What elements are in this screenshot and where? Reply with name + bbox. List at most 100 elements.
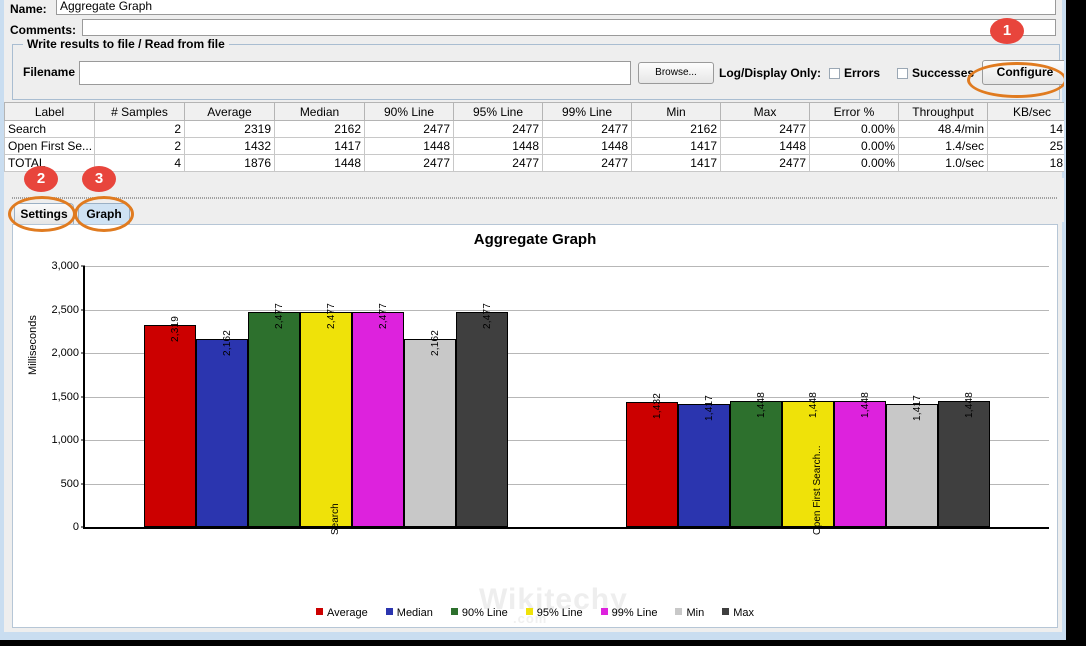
chart-bar-value: 2,477 <box>326 303 337 329</box>
chart-bar-value: 1,448 <box>756 392 767 418</box>
chart-bar[interactable]: 2,162 <box>196 339 248 527</box>
table-header-7[interactable]: Min <box>632 103 721 121</box>
table-cell: 2477 <box>365 121 454 138</box>
legend-item[interactable]: Max <box>722 607 754 619</box>
y-axis-tick-label: 2,500 <box>51 304 79 316</box>
chart-title: Aggregate Graph <box>13 231 1057 248</box>
chart-bar[interactable]: 2,477 <box>300 312 352 527</box>
errors-label: Errors <box>844 66 880 80</box>
comments-input[interactable] <box>82 19 1056 36</box>
chart-bar[interactable]: 1,448 <box>834 401 886 527</box>
table-header-8[interactable]: Max <box>721 103 810 121</box>
y-axis-tick <box>81 309 85 310</box>
y-axis-tick <box>81 483 85 484</box>
y-axis-tick-label: 3,000 <box>51 260 79 272</box>
legend-item[interactable]: Median <box>386 607 433 619</box>
table-cell: 0.00% <box>810 155 899 172</box>
annotation-badge-1: 1 <box>990 18 1024 44</box>
chart-bar[interactable]: 2,319 <box>144 325 196 527</box>
name-input[interactable]: Aggregate Graph <box>56 0 1056 15</box>
table-cell: 1.0/sec <box>899 155 988 172</box>
browse-button[interactable]: Browse... <box>638 62 714 84</box>
table-cell: 2162 <box>275 121 365 138</box>
grid-line <box>85 266 1049 267</box>
filename-input[interactable] <box>79 61 631 85</box>
table-header-1[interactable]: # Samples <box>95 103 185 121</box>
chart-bar[interactable]: 1,448 <box>730 401 782 527</box>
chart-bar-value: 1,432 <box>652 393 663 419</box>
table-row[interactable]: Open First Se...214321417144814481448141… <box>5 138 1077 155</box>
chart-bar[interactable]: 1,448 <box>782 401 834 527</box>
y-axis-tick <box>81 396 85 397</box>
table-header-3[interactable]: Median <box>275 103 365 121</box>
chart-bar[interactable]: 1,417 <box>678 404 730 527</box>
table-header-4[interactable]: 90% Line <box>365 103 454 121</box>
chart-bar[interactable]: 2,477 <box>456 312 508 527</box>
name-row: Name: Aggregate Graph <box>10 0 1060 18</box>
table-header-5[interactable]: 95% Line <box>454 103 543 121</box>
groupbox-title: Write results to file / Read from file <box>23 37 229 51</box>
table-cell: 1448 <box>275 155 365 172</box>
legend-item[interactable]: Average <box>316 607 368 619</box>
chart-bar-value: 2,162 <box>430 330 441 356</box>
chart-bar[interactable]: 1,448 <box>938 401 990 527</box>
chart-bar-value: 1,448 <box>808 392 819 418</box>
legend-swatch <box>675 608 682 615</box>
chart-bar[interactable]: 1,432 <box>626 402 678 527</box>
table-header-row: Label# SamplesAverageMedian90% Line95% L… <box>5 103 1077 121</box>
legend-item[interactable]: 99% Line <box>601 607 658 619</box>
table-cell: 0.00% <box>810 121 899 138</box>
errors-checkbox[interactable] <box>829 68 840 79</box>
legend-label: 99% Line <box>612 607 658 619</box>
watermark: Wikitechy .com <box>479 583 628 626</box>
x-axis-category-label: Open First Search... <box>812 446 823 535</box>
chart-bar-value: 1,448 <box>964 392 975 418</box>
filename-row: Filename Browse... Log/Display Only: Err… <box>13 61 1059 87</box>
table-row[interactable]: Search223192162247724772477216224770.00%… <box>5 121 1077 138</box>
aggregate-graph-panel: Name: Aggregate Graph Comments: Write re… <box>4 0 1062 632</box>
table-header-10[interactable]: Throughput <box>899 103 988 121</box>
legend-item[interactable]: 90% Line <box>451 607 508 619</box>
annotation-badge-2: 2 <box>24 166 58 192</box>
tab-strip-divider <box>12 197 1058 199</box>
table-row[interactable]: TOTAL418761448247724772477141724770.00%1… <box>5 155 1077 172</box>
legend-label: Median <box>397 607 433 619</box>
table-header-0[interactable]: Label <box>5 103 95 121</box>
table-cell: 2477 <box>721 155 810 172</box>
table-cell: 2477 <box>454 121 543 138</box>
table-cell: 1.4/sec <box>899 138 988 155</box>
y-axis-tick-label: 2,000 <box>51 347 79 359</box>
grid-line <box>85 310 1049 311</box>
legend-swatch <box>451 608 458 615</box>
legend-item[interactable]: Min <box>675 607 704 619</box>
chart-bar[interactable]: 1,417 <box>886 404 938 527</box>
table-cell: 2 <box>95 138 185 155</box>
table-cell: 1448 <box>454 138 543 155</box>
table-header-2[interactable]: Average <box>185 103 275 121</box>
legend-label: 90% Line <box>462 607 508 619</box>
y-axis-label: Milliseconds <box>27 315 39 375</box>
window-edge-right <box>1066 0 1086 646</box>
chart-bar[interactable]: 2,477 <box>248 312 300 527</box>
legend-item[interactable]: 95% Line <box>526 607 583 619</box>
y-axis-tick-label: 500 <box>61 478 79 490</box>
chart-bar[interactable]: 2,162 <box>404 339 456 527</box>
chart-bar-value: 2,319 <box>170 316 181 342</box>
table-cell: Open First Se... <box>5 138 95 155</box>
table-header-9[interactable]: Error % <box>810 103 899 121</box>
table-cell: 2 <box>95 121 185 138</box>
legend-label: Average <box>327 607 368 619</box>
successes-checkbox[interactable] <box>897 68 908 79</box>
chart-bar-value: 2,162 <box>222 330 233 356</box>
table-cell: 1432 <box>185 138 275 155</box>
chart-bar-value: 1,448 <box>860 392 871 418</box>
aggregate-results-table: Label# SamplesAverageMedian90% Line95% L… <box>4 102 1077 172</box>
chart-bar-value: 2,477 <box>274 303 285 329</box>
table-cell: 0.00% <box>810 138 899 155</box>
chart-bar-value: 1,417 <box>912 395 923 421</box>
chart-bar[interactable]: 2,477 <box>352 312 404 527</box>
table-cell: 1417 <box>632 138 721 155</box>
name-label: Name: <box>10 0 54 18</box>
table-header-6[interactable]: 99% Line <box>543 103 632 121</box>
legend-label: Max <box>733 607 754 619</box>
